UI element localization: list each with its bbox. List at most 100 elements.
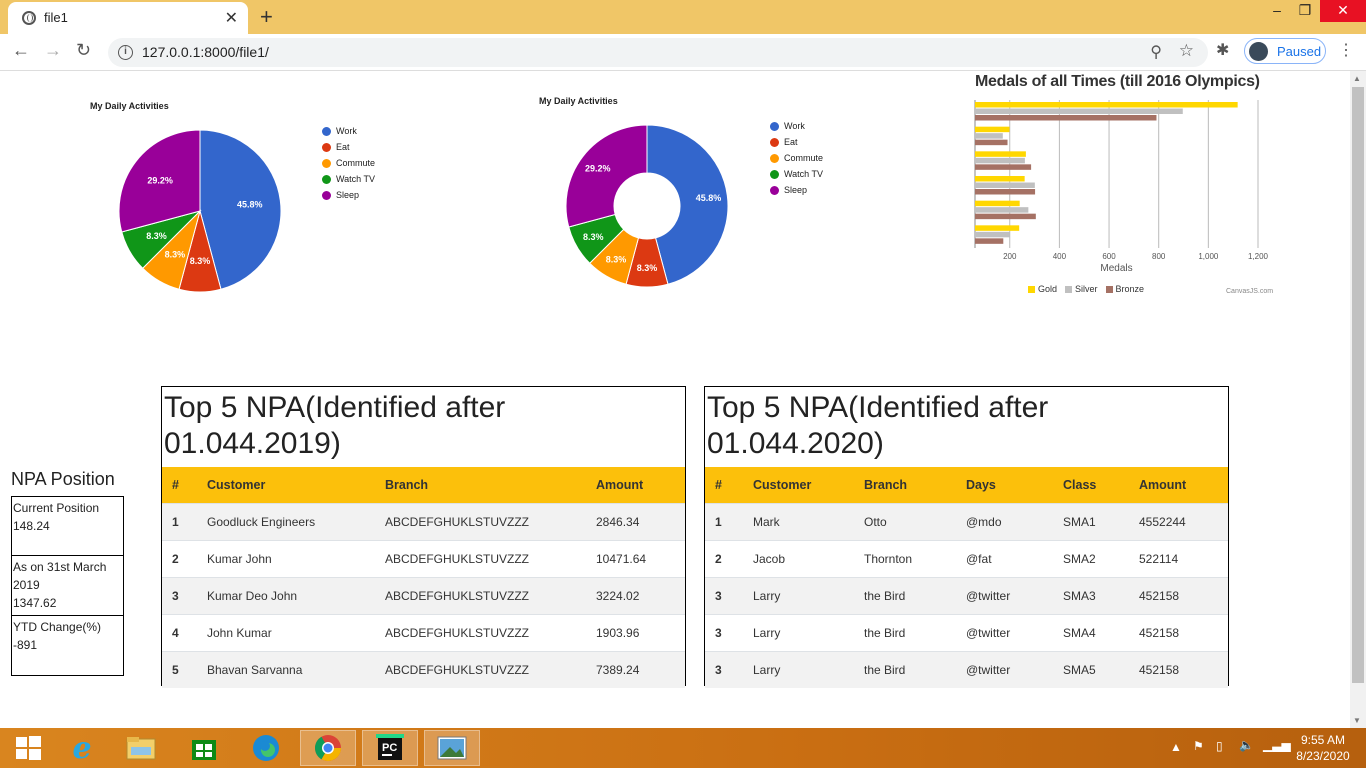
legend-label: Eat [336,142,350,152]
legend-swatch [770,153,779,163]
donut-chart-title: My Daily Activities [539,96,618,106]
store-icon[interactable] [176,730,232,766]
legend-item-gold[interactable]: Gold [1028,284,1057,294]
npa-ytd-change: YTD Change(%) -891 [11,615,124,676]
legend-item-work[interactable]: Work [770,118,823,134]
back-icon[interactable]: ← [12,40,30,61]
scroll-up-arrow-icon[interactable]: ▲ [1353,74,1361,83]
npa-box-label: YTD Change(%) [13,620,102,634]
reload-icon[interactable]: ↻ [76,40,91,61]
bar-bronze[interactable] [975,189,1036,195]
chrome-icon[interactable] [300,730,356,766]
x-tick-label: 1,000 [1198,252,1219,261]
table-cell: 10471.64 [596,539,685,577]
legend-item-bronze[interactable]: Bronze [1105,284,1144,294]
extensions-puzzle-icon[interactable]: ✱ [1216,40,1229,60]
legend-item-sleep[interactable]: Sleep [322,187,375,203]
volume-icon[interactable]: 🔈 [1239,738,1254,752]
bar-silver[interactable] [975,133,1003,139]
legend-label: Gold [1038,284,1058,294]
legend-item-sleep[interactable]: Sleep [770,182,823,198]
npa-box-label: Current Position [13,501,100,515]
file-explorer-icon[interactable] [113,730,169,766]
minimize-button[interactable]: – [1262,0,1292,22]
chart-credit[interactable]: CanvasJS.com [1226,288,1273,295]
device-icon[interactable]: ▯ [1216,739,1223,753]
table-cell: Mark [753,502,864,540]
bar-silver[interactable] [975,108,1183,115]
legend-item-work[interactable]: Work [322,123,375,139]
scroll-thumb[interactable] [1352,87,1364,683]
network-signal-icon[interactable]: ▁▃▅ [1263,738,1291,752]
legend-item-watch-tv[interactable]: Watch TV [770,166,823,182]
col-header-index: # [705,467,753,503]
table-cell: Jacob [753,539,864,577]
bar-silver[interactable] [975,207,1029,213]
row-index: 2 [705,539,753,577]
window-close-button[interactable]: ✕ [1320,0,1366,22]
table-cell: ABCDEFGHUKLSTUVZZZ [385,650,596,688]
bar-gold[interactable] [975,126,1010,133]
clock[interactable]: 9:55 AM 8/23/2020 [1290,733,1356,763]
close-tab-icon[interactable]: ✕ [225,8,238,28]
legend-item-silver[interactable]: Silver [1065,284,1098,294]
scroll-down-arrow-icon[interactable]: ▼ [1353,716,1361,725]
bar-bronze[interactable] [975,213,1036,220]
bar-bronze[interactable] [975,238,1004,244]
address-bar[interactable]: i 127.0.0.1:8000/file1/ ⚲ ☆ [108,38,1208,67]
url-text[interactable]: 127.0.0.1:8000/file1/ [142,44,269,60]
legend-swatch [1028,285,1035,293]
medals-legend: Gold Silver Bronze [1028,284,1152,294]
legend-label: Work [336,126,357,136]
bar-bronze[interactable] [975,115,1157,121]
col-header-days: Days [966,467,1063,503]
bar-silver[interactable] [975,182,1035,189]
more-menu-icon[interactable]: ⋮ [1338,40,1354,60]
forward-icon[interactable]: → [44,40,62,61]
legend-label: Eat [784,137,798,147]
bar-gold[interactable] [975,225,1020,231]
start-button[interactable] [0,730,56,766]
bar-bronze[interactable] [975,139,1008,146]
bar-gold[interactable] [975,151,1026,157]
bar-silver[interactable] [975,231,1010,238]
pie-chart-title: My Daily Activities [90,101,169,111]
restore-button[interactable]: ❐ [1290,0,1320,22]
bar-gold[interactable] [975,176,1025,182]
legend-item-eat[interactable]: Eat [770,134,823,150]
table-cell: SMA4 [1063,613,1139,651]
svg-text:PC: PC [382,742,397,754]
npa-position-title: NPA Position [11,469,115,489]
table-cell: Goodluck Engineers [207,502,385,540]
internet-explorer-icon[interactable]: e [54,730,110,766]
x-axis-label: Medals [1100,263,1132,274]
bar-silver[interactable] [975,157,1025,164]
browser-tab[interactable]: file1 ✕ [8,2,248,34]
pie-slice-sleep[interactable] [565,124,648,228]
bookmark-star-icon[interactable]: ☆ [1179,41,1194,61]
pie-chart: 45.8% 8.3% 8.3% 8.3% 29.2% [118,129,282,293]
zoom-icon[interactable]: ⚲ [1150,42,1162,62]
page-scrollbar[interactable]: ▲ ▼ [1350,71,1366,728]
table-row: 4 John Kumar ABCDEFGHUKLSTUVZZZ 1903.96 [162,613,685,651]
legend-label: Commute [336,158,376,168]
show-hidden-icons[interactable]: ▲ [1170,740,1182,754]
edge-icon[interactable] [238,730,294,766]
legend-item-commute[interactable]: Commute [322,155,375,171]
legend-item-commute[interactable]: Commute [770,150,823,166]
bar-gold[interactable] [975,102,1238,108]
profile-button[interactable]: Paused [1244,38,1326,64]
legend-item-watch-tv[interactable]: Watch TV [322,171,375,187]
bar-gold[interactable] [975,200,1020,207]
bar-bronze[interactable] [975,164,1032,170]
photos-icon[interactable] [424,730,480,766]
pycharm-icon[interactable]: PC [362,730,418,766]
x-tick-label: 1,200 [1248,252,1269,261]
site-info-icon[interactable]: i [118,45,133,60]
new-tab-button[interactable]: + [260,4,273,30]
legend-item-eat[interactable]: Eat [322,139,375,155]
table-cell: @twitter [966,613,1063,651]
top-npa-2020-panel: Top 5 NPA(Identified after 01.044.2020) … [704,386,1229,688]
table-cell: Larry [753,613,864,651]
action-center-flag-icon[interactable]: ⚑ [1193,739,1204,753]
